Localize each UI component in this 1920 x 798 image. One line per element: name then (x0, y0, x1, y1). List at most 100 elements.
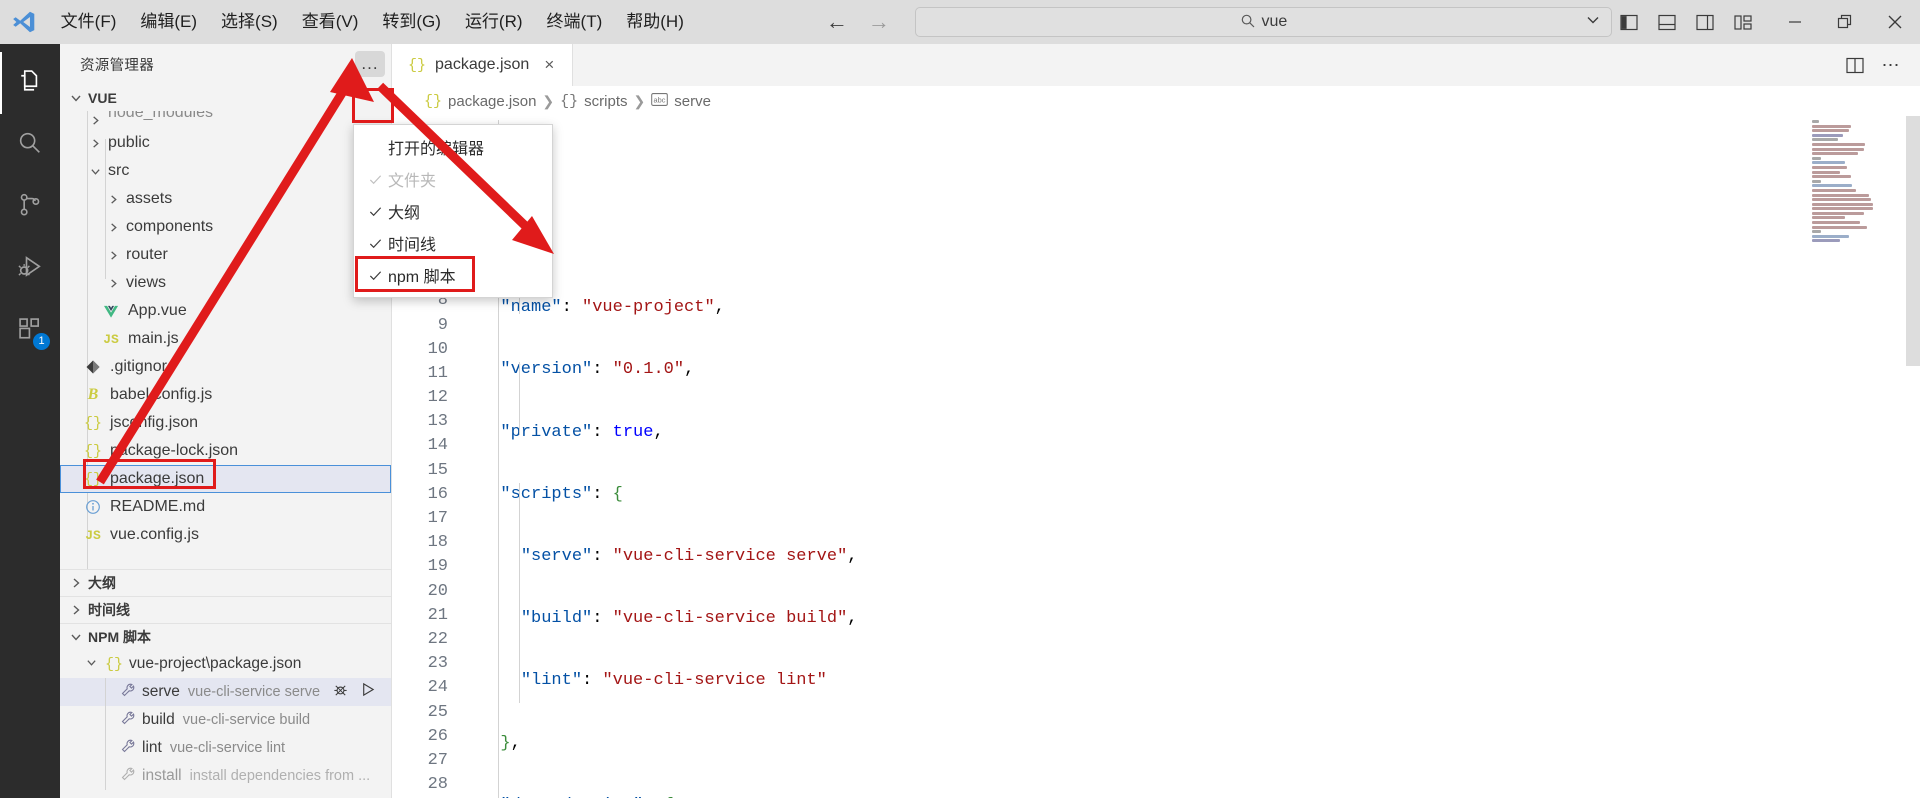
tree-label: App.vue (128, 302, 187, 319)
more-actions-button[interactable]: ... (355, 51, 385, 77)
chevron-right-icon (86, 138, 104, 149)
search-icon (16, 129, 44, 162)
tree-row-assets[interactable]: assets (60, 185, 391, 213)
breadcrumb-label: serve (674, 92, 711, 110)
npm-script-row-serve[interactable]: serve vue-cli-service serve (60, 678, 391, 706)
menu-item-npm-scripts[interactable]: npm 脚本 (354, 259, 552, 291)
section-header-outline[interactable]: 大纲 (60, 569, 391, 596)
chevron-right-icon (68, 577, 84, 589)
npm-script-row-lint[interactable]: lint vue-cli-service lint (60, 734, 391, 762)
toggle-secondary-sidebar-icon[interactable] (1688, 5, 1722, 39)
npm-script-cmd: vue-cli-service serve (187, 684, 321, 700)
go-forward-icon[interactable]: → (868, 11, 890, 33)
activity-bar: 1 (0, 44, 60, 798)
toggle-panel-icon[interactable] (1650, 5, 1684, 39)
wrench-icon (120, 766, 136, 787)
minimize-button[interactable] (1770, 0, 1820, 44)
menu-edit[interactable]: 编辑(E) (128, 8, 209, 36)
check-icon (362, 268, 388, 283)
breadcrumb-item-file[interactable]: {} package.json (424, 93, 536, 110)
code-content[interactable]: { "name": "vue-project", "version": "0.1… (462, 116, 1920, 798)
tree-row-router[interactable]: router (60, 241, 391, 269)
chevron-right-icon (68, 604, 84, 616)
tree-row-node-modules[interactable]: node_modules (60, 111, 391, 129)
menu-go[interactable]: 转到(G) (370, 8, 453, 36)
split-editor-icon[interactable] (1840, 50, 1870, 80)
activity-item-run-and-debug[interactable] (0, 238, 60, 300)
customize-layout-icon[interactable] (1726, 5, 1760, 39)
line-number: 14 (427, 436, 448, 456)
activity-item-explorer[interactable] (0, 52, 60, 114)
json-file-icon: {} (83, 470, 102, 488)
section-header-npm-scripts[interactable]: NPM 脚本 (60, 623, 391, 650)
maximize-restore-button[interactable] (1820, 0, 1870, 44)
menu-terminal[interactable]: 终端(T) (535, 8, 615, 36)
npm-scripts-tree[interactable]: {} vue-project\package.json serve vue-cl… (60, 650, 391, 790)
tree-row-components[interactable]: components (60, 213, 391, 241)
npm-script-row-build[interactable]: build vue-cli-service build (60, 706, 391, 734)
sidebar-views-context-menu[interactable]: 打开的编辑器 文件夹 大纲 时间线 npm 脚本 (353, 124, 553, 298)
menu-bar[interactable]: 文件(F) 编辑(E) 选择(S) 查看(V) 转到(G) 运行(R) 终端(T… (49, 8, 696, 36)
tree-row-app-vue[interactable]: App.vue (60, 297, 391, 325)
abc-icon: abc (651, 92, 669, 110)
babel-file-icon: B (87, 386, 99, 403)
code-line: "build": "vue-cli-service build", (520, 609, 858, 629)
info-file-icon (82, 499, 104, 515)
tree-row-readme[interactable]: README.md (60, 493, 391, 521)
tree-row-main-js[interactable]: JS main.js (60, 325, 391, 353)
tree-row-public[interactable]: public (60, 129, 391, 157)
menu-item-open-editors[interactable]: 打开的编辑器 (354, 131, 552, 163)
menu-selection[interactable]: 选择(S) (209, 8, 290, 36)
tab-package-json[interactable]: {} package.json × (392, 44, 574, 86)
file-tree[interactable]: node_modules public src assets component… (60, 111, 391, 569)
menu-item-outline[interactable]: 大纲 (354, 195, 552, 227)
menu-run[interactable]: 运行(R) (453, 8, 535, 36)
tree-row-gitignore[interactable]: .gitignore (60, 353, 391, 381)
section-label: 时间线 (88, 602, 130, 618)
breadcrumb-item-scripts[interactable]: {} scripts (560, 93, 627, 110)
scrollbar-thumb[interactable] (1906, 116, 1920, 366)
indent-guide (519, 483, 520, 703)
tree-row-babel-config[interactable]: B babel.config.js (60, 381, 391, 409)
npm-package-row[interactable]: {} vue-project\package.json (60, 650, 391, 678)
toggle-primary-sidebar-icon[interactable] (1612, 5, 1646, 39)
tree-row-vue-config[interactable]: JS vue.config.js (60, 521, 391, 549)
menu-file[interactable]: 文件(F) (49, 8, 129, 36)
close-button[interactable] (1870, 0, 1920, 44)
tree-label: router (126, 246, 168, 263)
tree-row-package-lock-json[interactable]: {} package-lock.json (60, 437, 391, 465)
tree-row-src[interactable]: src (60, 157, 391, 185)
npm-script-row-install[interactable]: install install dependencies from ... (60, 762, 391, 790)
activity-item-extensions[interactable]: 1 (0, 300, 60, 362)
tree-label: .gitignore (110, 358, 176, 375)
activity-item-search[interactable] (0, 114, 60, 176)
vue-file-icon (100, 304, 122, 319)
tree-row-views[interactable]: views (60, 269, 391, 297)
menu-view[interactable]: 查看(V) (290, 8, 371, 36)
breadcrumb-item-serve[interactable]: abc serve (651, 93, 711, 110)
git-file-icon (82, 359, 104, 375)
chevron-down-icon (68, 631, 84, 643)
go-back-icon[interactable]: ← (826, 11, 848, 33)
section-header-explorer[interactable]: VUE (60, 84, 391, 111)
run-icon[interactable] (359, 681, 376, 703)
wrench-icon (120, 710, 136, 731)
activity-item-source-control[interactable] (0, 176, 60, 238)
code-editor[interactable]: 1 2 3 4 5 6 7 8 9 10 11 12 13 14 15 16 1 (392, 116, 1920, 798)
tree-row-package-json[interactable]: {} package.json (60, 465, 391, 493)
menu-item-timeline[interactable]: 时间线 (354, 227, 552, 259)
wrench-icon (120, 682, 136, 703)
more-actions-icon[interactable]: ⋯ (1876, 50, 1906, 80)
tree-row-jsconfig[interactable]: {} jsconfig.json (60, 409, 391, 437)
vscode-logo-icon (0, 9, 49, 35)
code-line: { (480, 234, 1920, 258)
quick-input-bar[interactable]: vue (914, 7, 1612, 37)
chevron-down-icon[interactable] (1585, 12, 1601, 33)
menu-help[interactable]: 帮助(H) (614, 8, 696, 36)
debug-icon[interactable] (332, 681, 349, 703)
section-header-timeline[interactable]: 时间线 (60, 596, 391, 623)
close-icon[interactable]: × (538, 55, 560, 75)
editor-actions: ⋯ (1840, 44, 1920, 86)
tree-label: components (126, 218, 214, 235)
editor-scrollbar[interactable] (1906, 116, 1920, 798)
